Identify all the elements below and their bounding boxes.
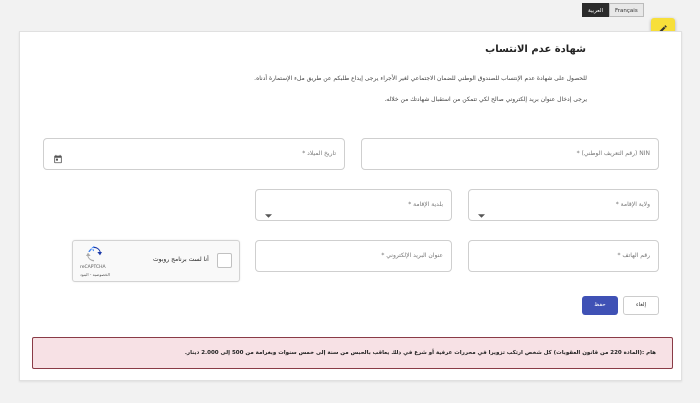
email-instruction-text: يرجى إدخال عنوان بريد إلكتروني صالح لكي … xyxy=(384,96,587,103)
nin-field[interactable]: NIN (رقم التعريف الوطني) * xyxy=(361,138,659,170)
lang-arabic-button[interactable]: العربية xyxy=(582,3,610,17)
page-title: شهادة عدم الانتساب xyxy=(485,44,586,55)
commune-select[interactable]: بلدية الإقامة * xyxy=(255,189,452,221)
email-field[interactable]: عنوان البريد الإلكتروني * xyxy=(255,240,452,272)
language-switcher: العربية Français xyxy=(582,3,644,17)
birth-date-field[interactable]: تاريخ الميلاد * xyxy=(43,138,345,170)
recaptcha-logo-icon xyxy=(86,246,102,266)
recaptcha-label: أنا لست برنامج روبوت xyxy=(153,256,209,263)
recaptcha-widget: أنا لست برنامج روبوت reCAPTCHA الخصوصية … xyxy=(72,240,240,282)
phone-label: رقم الهاتف * xyxy=(617,252,650,259)
recaptcha-checkbox[interactable] xyxy=(217,253,232,268)
calendar-icon[interactable] xyxy=(53,149,63,168)
lang-french-button[interactable]: Français xyxy=(609,3,644,17)
wilaya-label: ولاية الإقامة * xyxy=(615,201,650,208)
alert-text: هام :(المادة 220 من قانون العقوبات) كل ش… xyxy=(184,350,656,356)
wilaya-select[interactable]: ولاية الإقامة * xyxy=(468,189,659,221)
email-label: عنوان البريد الإلكتروني * xyxy=(381,252,443,259)
save-button[interactable]: حفظ xyxy=(582,296,618,315)
legal-warning-alert: هام :(المادة 220 من قانون العقوبات) كل ش… xyxy=(32,337,673,369)
commune-label: بلدية الإقامة * xyxy=(408,201,443,208)
recaptcha-links[interactable]: الخصوصية - البنود xyxy=(80,272,110,277)
dropdown-arrow-icon xyxy=(478,203,485,222)
description-text: للحصول على شهادة عدم الإنتساب للصندوق ال… xyxy=(254,75,587,82)
form-card: شهادة عدم الانتساب للحصول على شهادة عدم … xyxy=(19,31,682,381)
cancel-button[interactable]: إلغاء xyxy=(623,296,659,315)
phone-field[interactable]: رقم الهاتف * xyxy=(468,240,659,272)
birth-date-label: تاريخ الميلاد * xyxy=(302,150,336,157)
nin-label: NIN (رقم التعريف الوطني) * xyxy=(576,150,650,157)
recaptcha-brand: reCAPTCHA xyxy=(80,265,106,270)
dropdown-arrow-icon xyxy=(265,203,272,222)
